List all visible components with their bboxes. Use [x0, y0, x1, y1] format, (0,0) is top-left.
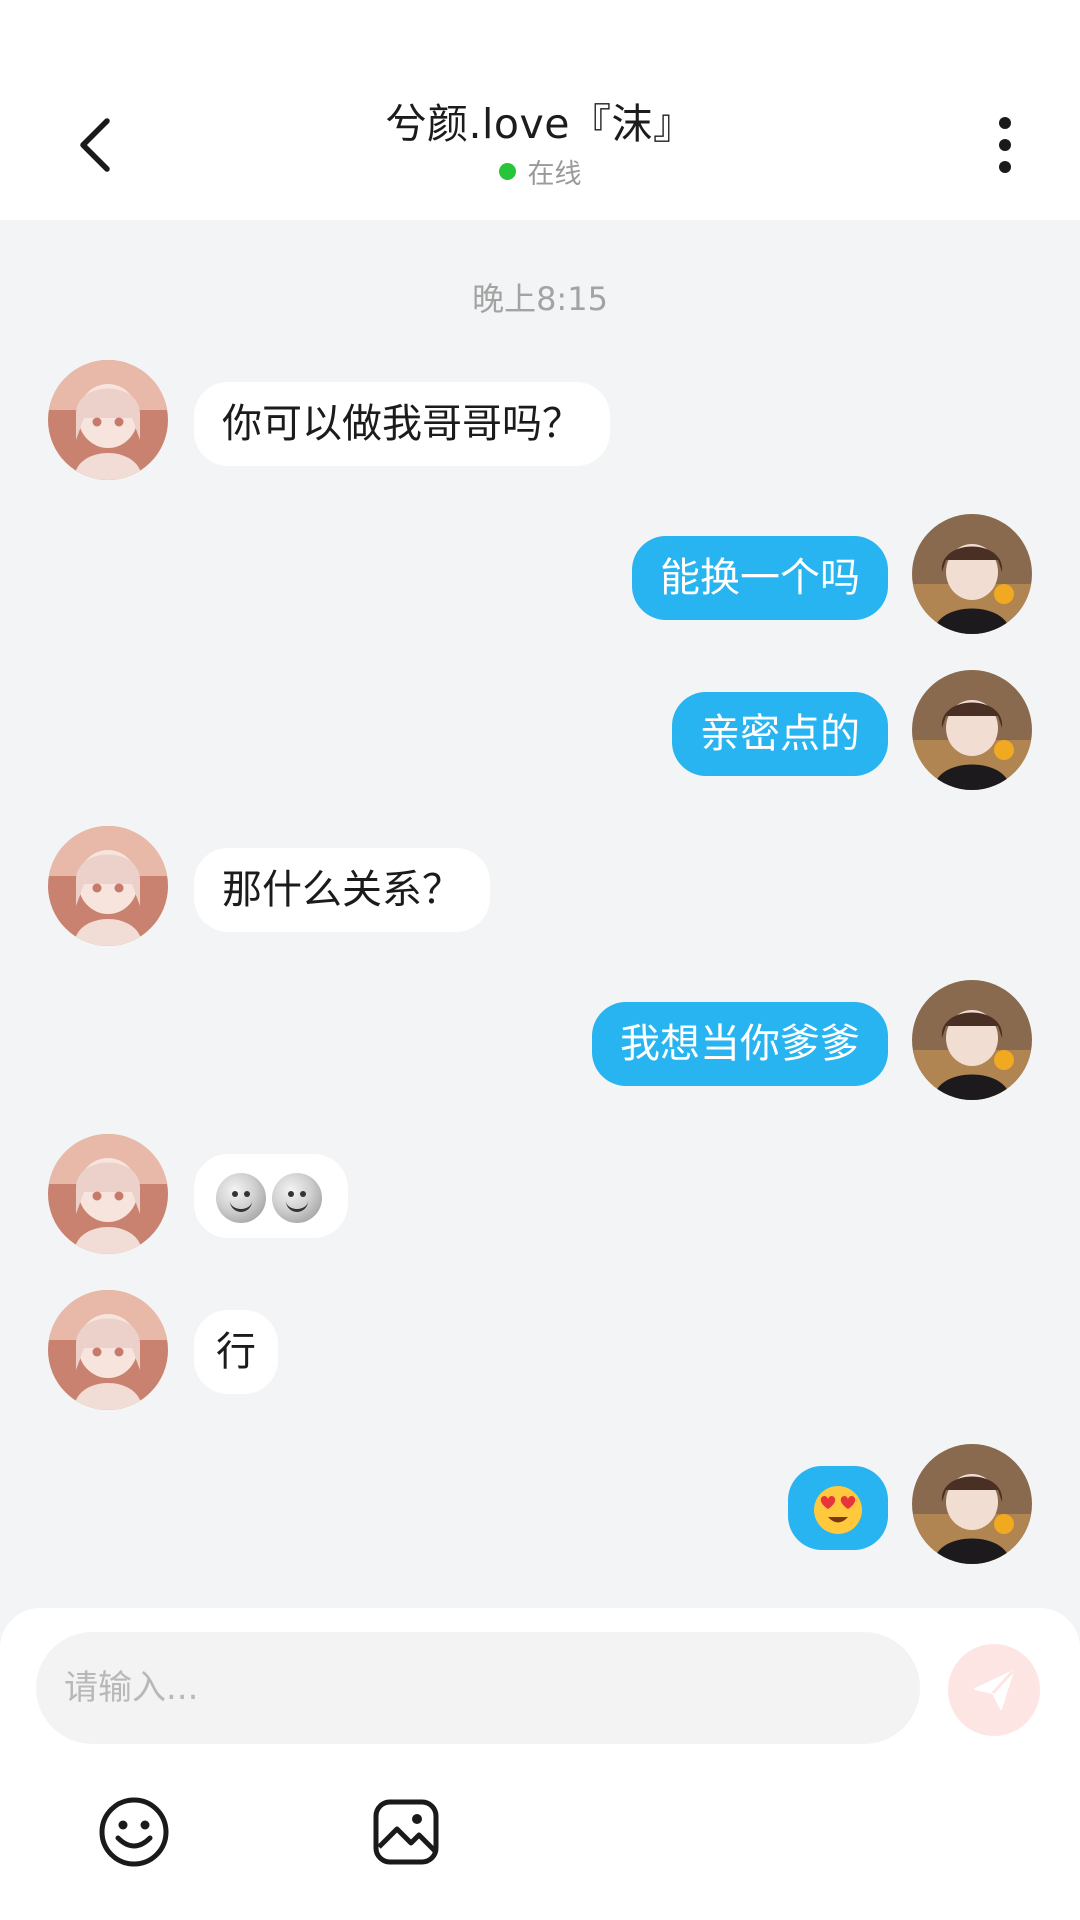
contact-name: 兮颜.love『沫』 [385, 100, 695, 148]
message-timestamp: 晚上8:15 [472, 280, 608, 318]
more-vertical-icon [999, 117, 1011, 173]
chat-screen: 兮颜.love『沫』 在线 晚上8:15 你可以做我哥哥吗？ 能换一个吗 亲密点… [0, 0, 1080, 1920]
contact-avatar[interactable] [48, 1134, 168, 1254]
send-icon [974, 1669, 1015, 1710]
chat-title-area: 兮颜.love『沫』 在线 [240, 98, 840, 191]
moon-face-emoji-icon [216, 1173, 266, 1223]
my-avatar[interactable] [912, 980, 1032, 1100]
more-options-button[interactable] [970, 110, 1040, 180]
online-dot-icon [498, 163, 516, 180]
send-button[interactable] [948, 1644, 1040, 1736]
my-avatar[interactable] [912, 514, 1032, 634]
heart-eyes-emoji-icon [814, 1486, 862, 1534]
chevron-left-icon [80, 118, 110, 172]
back-button[interactable] [60, 110, 130, 180]
chat-header: 兮颜.love『沫』 在线 [0, 0, 1080, 220]
incoming-message-bubble[interactable]: 行 [194, 1310, 278, 1394]
emoji-button[interactable] [94, 1792, 174, 1872]
image-button[interactable] [366, 1792, 446, 1872]
status-text: 在线 [527, 159, 582, 190]
input-panel [0, 1608, 1080, 1920]
incoming-message-bubble[interactable]: 那什么关系？ [194, 848, 490, 932]
my-avatar[interactable] [912, 1444, 1032, 1564]
contact-avatar[interactable] [48, 826, 168, 946]
outgoing-message-bubble[interactable]: 我想当你爹爹 [592, 1002, 888, 1086]
message-input[interactable] [36, 1632, 920, 1744]
incoming-emoji-bubble[interactable] [194, 1154, 348, 1238]
smiley-icon [99, 1797, 169, 1867]
outgoing-emoji-bubble[interactable] [788, 1466, 888, 1550]
message-list[interactable]: 晚上8:15 你可以做我哥哥吗？ 能换一个吗 亲密点的 那什么关系？ 我想当你爹… [0, 220, 1080, 1610]
image-icon [373, 1799, 439, 1865]
moon-face-emoji-icon [272, 1173, 322, 1223]
outgoing-message-bubble[interactable]: 亲密点的 [672, 692, 888, 776]
contact-avatar[interactable] [48, 1290, 168, 1410]
contact-avatar[interactable] [48, 360, 168, 480]
my-avatar[interactable] [912, 670, 1032, 790]
incoming-message-bubble[interactable]: 你可以做我哥哥吗？ [194, 382, 610, 466]
online-status: 在线 [240, 152, 840, 191]
outgoing-message-bubble[interactable]: 能换一个吗 [632, 536, 888, 620]
